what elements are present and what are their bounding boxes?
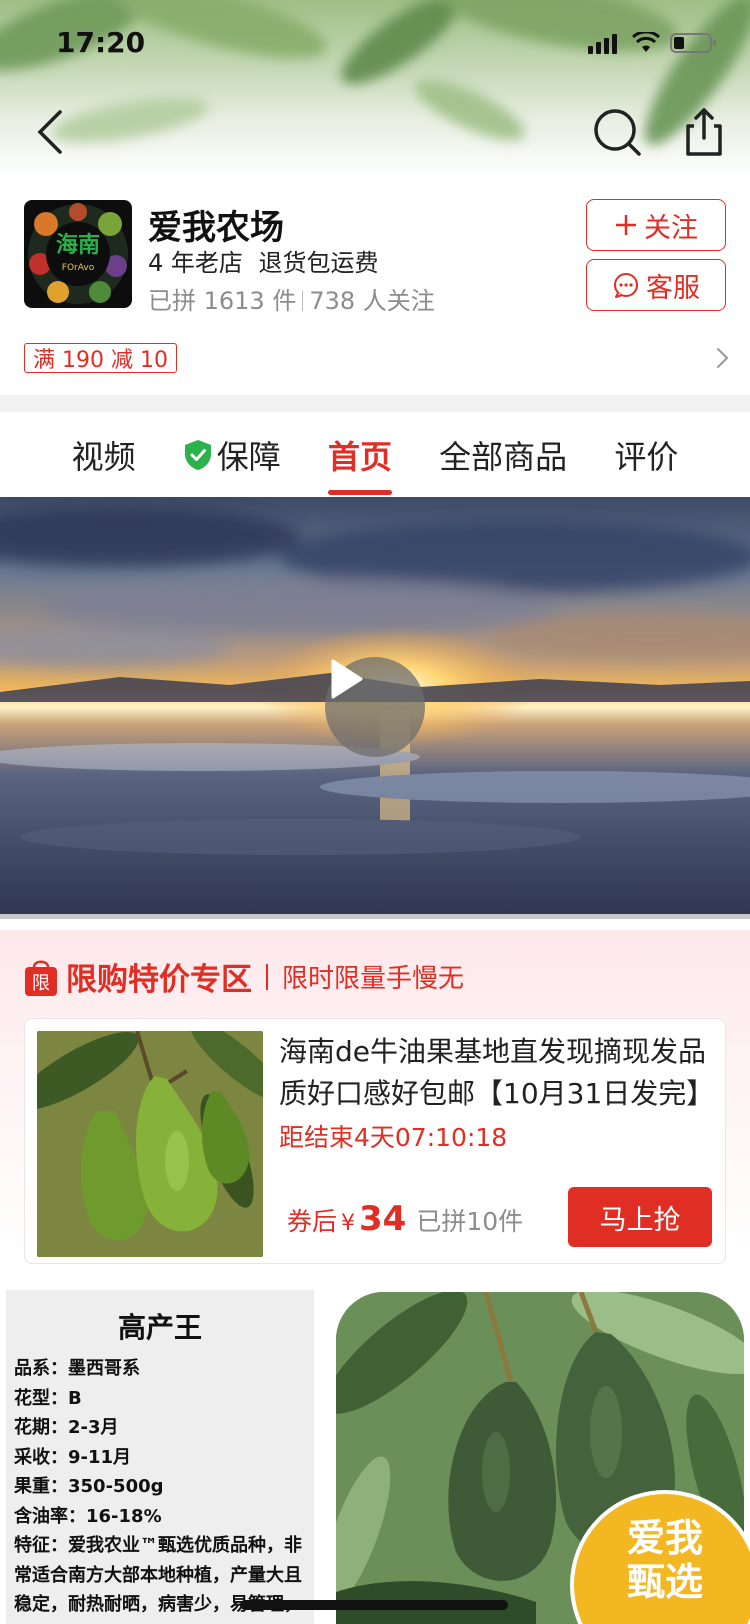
back-button[interactable]: [22, 100, 86, 164]
title-divider: [266, 963, 268, 990]
tab-label: 视频: [71, 438, 136, 476]
wifi-icon: [632, 32, 660, 52]
shield-check-icon: [184, 440, 211, 470]
service-label: 客服: [646, 272, 700, 304]
spec-item: 果重：350-500g: [14, 1476, 164, 1497]
tab-label: 保障: [216, 438, 281, 476]
spec-item: 花型：B: [14, 1387, 82, 1409]
flash-sale-title: 限购特价专区: [66, 962, 252, 998]
search-button[interactable]: [585, 100, 649, 164]
sold-count: 已拼10件: [416, 1207, 524, 1236]
shop-follower-count: 738 人关注: [309, 287, 435, 315]
tab-home[interactable]: 首页: [327, 412, 392, 498]
shop-video[interactable]: [0, 497, 750, 917]
price-value: 34: [359, 1199, 407, 1239]
shop-logo[interactable]: 海南 FOrAvo: [24, 200, 132, 308]
tab-label: 评价: [614, 438, 679, 476]
coupon-more-button[interactable]: [712, 346, 732, 370]
shop-name: 爱我农场: [148, 208, 284, 248]
flash-sale-subtitle: 限时限量手慢无: [282, 964, 465, 994]
search-icon: [594, 109, 641, 156]
logo-text: 海南: [56, 232, 100, 258]
limited-bag-icon: 限: [25, 960, 57, 996]
play-button[interactable]: [325, 657, 425, 757]
avocado-product-image[interactable]: [37, 1031, 263, 1257]
share-icon: [686, 108, 722, 156]
chevron-right-icon: [717, 348, 729, 368]
limited-badge-text: 限: [32, 973, 50, 994]
spec-list: 品系：墨西哥系 花型：B 花期：2-3月 采收：9-11月 果重：350-500…: [14, 1354, 314, 1531]
variety-spec-card[interactable]: 高产王 品系：墨西哥系 花型：B 花期：2-3月 采收：9-11月 果重：350…: [6, 1290, 314, 1624]
shop-stats: 已拼 1613 件 738 人关注: [148, 281, 435, 316]
status-bar: 17:20: [0, 0, 750, 88]
home-indicator[interactable]: [240, 1600, 508, 1610]
brand-line-2: 甄选: [626, 1560, 703, 1604]
video-progress-bar[interactable]: [0, 914, 750, 919]
plus-icon: [616, 215, 636, 235]
buy-now-button[interactable]: 马上抢: [568, 1187, 712, 1247]
product-card[interactable]: 海南de牛油果基地直发现摘现发品质好口感好包邮【10月31日发完】 距结束4天0…: [24, 1018, 726, 1264]
spec-title: 高产王: [117, 1311, 202, 1344]
spec-feature-text: 特征：爱我农业™甄选优质品种，非常适合南方大部本地种植，产量大且稳定，耐热耐晒，…: [14, 1535, 302, 1624]
status-time: 17:20: [56, 26, 146, 59]
customer-service-button[interactable]: 客服: [586, 259, 726, 311]
price-row: 券后 ¥ 34 已拼10件: [287, 1199, 523, 1239]
follow-button[interactable]: 关注: [586, 199, 726, 251]
shop-sold-count: 已拼 1613 件: [148, 287, 297, 315]
tab-label: 首页: [327, 438, 392, 476]
tab-label: 全部商品: [439, 438, 568, 476]
brand-line-1: 爱我: [626, 1516, 703, 1560]
countdown-timer: 距结束4天07:10:18: [279, 1123, 508, 1152]
share-button[interactable]: [672, 100, 736, 164]
battery-icon: [670, 33, 716, 53]
logo-subtext: FOrAvo: [62, 263, 95, 273]
play-icon: [331, 659, 363, 699]
coupon-tag[interactable]: 满 190 减 10: [24, 343, 177, 373]
shop-tabs: 视频 保障 首页 全部商品 评价: [0, 412, 750, 498]
follow-label: 关注: [644, 212, 698, 244]
spec-item: 含油率：16-18%: [14, 1505, 162, 1527]
shop-return-policy: 退货包运费: [258, 249, 379, 277]
spec-item: 花期：2-3月: [14, 1417, 119, 1438]
section-divider: [0, 395, 750, 412]
tab-video[interactable]: 视频: [72, 412, 136, 498]
flash-sale-header: 限 限购特价专区 限时限量手慢无: [24, 954, 464, 999]
flash-sale-section: 限 限购特价专区 限时限量手慢无 海南de牛油果基地直发现摘现发品质好口感好包邮…: [0, 930, 750, 1270]
status-icons: [588, 32, 718, 54]
tab-all-products[interactable]: 全部商品: [439, 412, 567, 498]
shop-badges: 4 年老店 退货包运费: [148, 243, 379, 278]
shop-page: 17:20 海南 FOrAvo 爱我农场 4 年老店 退货包运费 已拼 1613…: [0, 0, 750, 1624]
shop-years: 4 年老店: [148, 249, 243, 277]
spec-item: 品系：墨西哥系: [14, 1358, 140, 1379]
signal-icon: [588, 34, 617, 54]
stats-divider: [302, 291, 304, 311]
price-label: 券后: [287, 1207, 338, 1236]
currency-symbol: ¥: [341, 1211, 356, 1236]
spec-item: 采收：9-11月: [14, 1446, 132, 1468]
product-title[interactable]: 海南de牛油果基地直发现摘现发品质好口感好包邮【10月31日发完】: [279, 1031, 714, 1115]
chat-bubble-icon: [614, 273, 638, 298]
tab-guarantee[interactable]: 保障: [183, 412, 281, 498]
chevron-left-icon: [37, 110, 62, 154]
tab-reviews[interactable]: 评价: [614, 412, 678, 498]
